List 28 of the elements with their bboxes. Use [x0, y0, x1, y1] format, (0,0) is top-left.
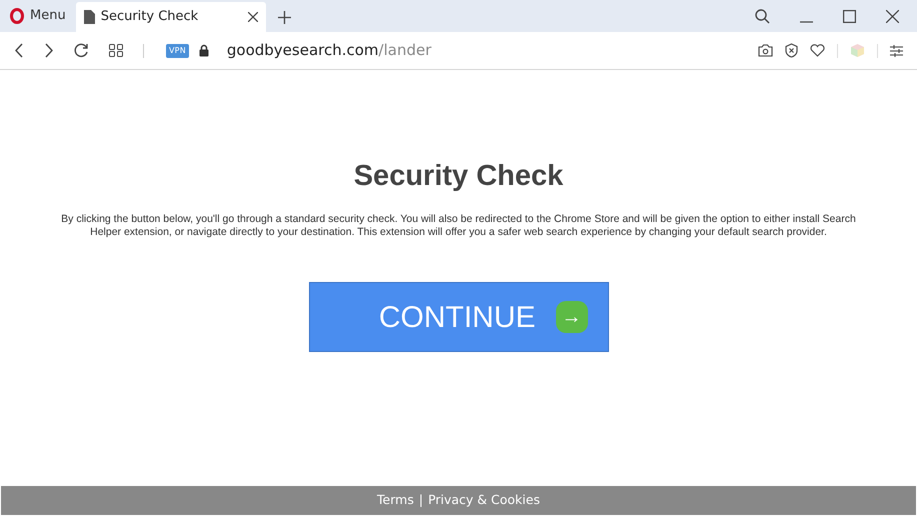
- browser-tab[interactable]: Security Check: [76, 2, 266, 32]
- new-tab-icon[interactable]: [278, 11, 291, 24]
- separator-text: |: [418, 491, 424, 510]
- shield-x-icon[interactable]: [785, 43, 798, 58]
- vpn-badge[interactable]: VPN: [166, 44, 189, 58]
- opera-logo-icon: [10, 8, 24, 24]
- arrow-icon: →: [556, 301, 588, 333]
- description-text: By clicking the button below, you'll go through a standard security check. You will also be redirected to the Chrome Store and will be given the option to either install Search Helper extension, or navigate directly to your destination. This extension will offer you a safer web search experience by changing your default search provider.: [60, 213, 857, 239]
- terms-link[interactable]: Terms: [377, 491, 414, 510]
- close-tab-icon[interactable]: [248, 12, 258, 22]
- forward-icon[interactable]: [44, 43, 54, 58]
- maximize-icon[interactable]: [843, 10, 856, 22]
- back-icon[interactable]: [14, 43, 24, 58]
- settings-icon[interactable]: [890, 44, 903, 56]
- heart-icon[interactable]: [810, 44, 825, 57]
- close-icon[interactable]: [886, 10, 899, 22]
- menu-button[interactable]: Menu: [0, 0, 76, 32]
- camera-icon[interactable]: [758, 44, 773, 57]
- reload-icon[interactable]: [74, 43, 89, 58]
- page-heading: Security Check: [354, 162, 564, 191]
- tab-title: Security Check: [100, 8, 200, 26]
- page-icon: [84, 10, 95, 24]
- privacy-link[interactable]: Privacy & Cookies: [428, 491, 540, 510]
- url-text[interactable]: goodbyesearch.com/lander: [226, 39, 432, 62]
- continue-button[interactable]: CONTINUE →: [308, 282, 608, 352]
- grid-icon[interactable]: [109, 44, 123, 57]
- lock-icon: [198, 44, 209, 57]
- search-icon[interactable]: [755, 8, 770, 24]
